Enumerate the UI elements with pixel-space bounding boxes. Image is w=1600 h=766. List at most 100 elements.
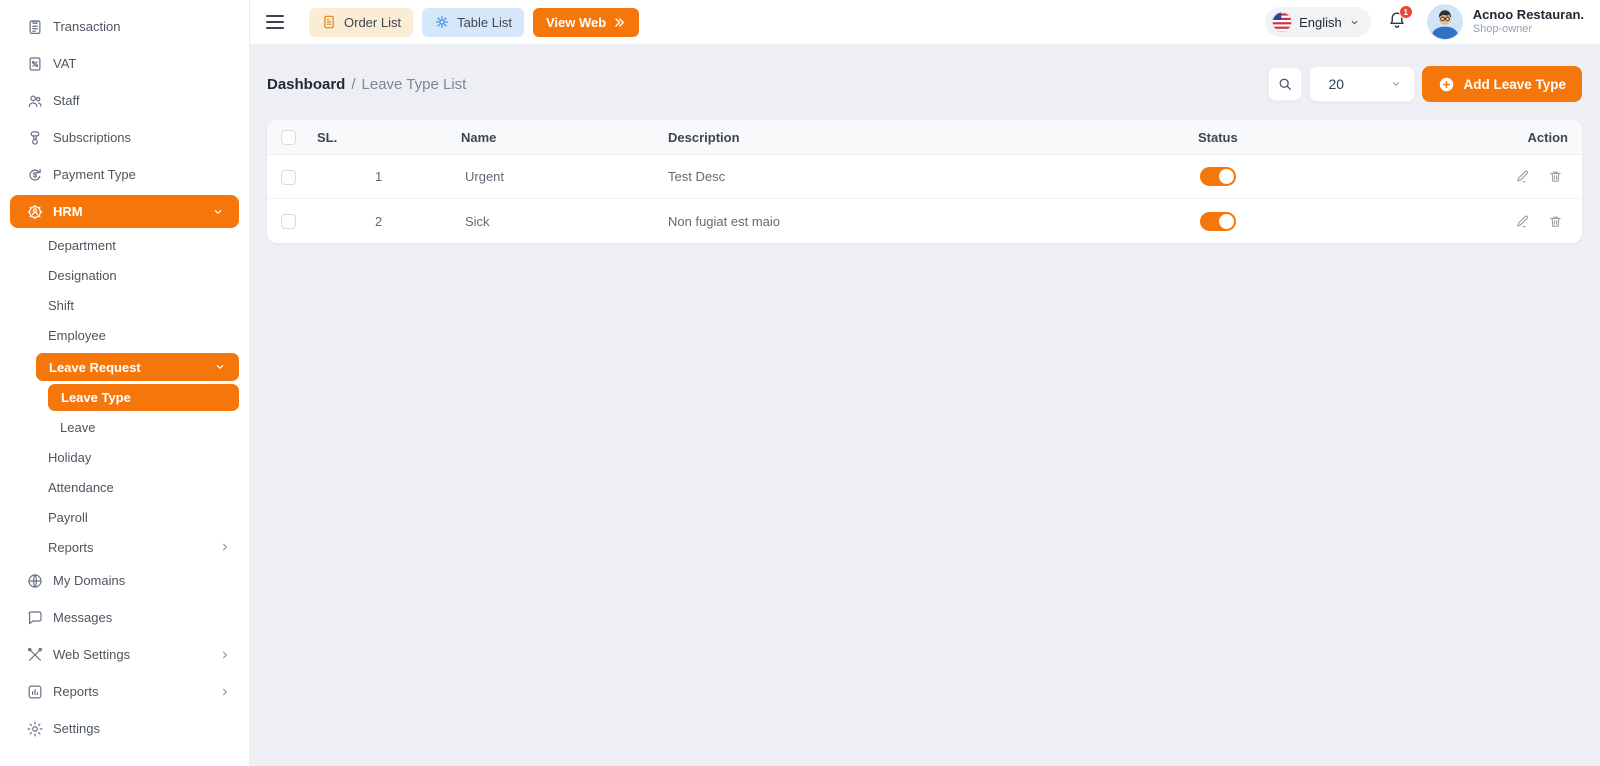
avatar	[1427, 4, 1463, 40]
sidebar-item-label: Shift	[48, 298, 231, 313]
page-controls: 20 Add Leave Type	[1268, 66, 1582, 102]
sidebar-item-leave-request[interactable]: Leave Request	[36, 353, 239, 381]
sidebar-item-holiday[interactable]: Holiday	[0, 442, 249, 472]
sidebar-nav: Transaction VAT Staff Subscriptions Payment …	[0, 8, 249, 747]
toggle-knob	[1219, 169, 1234, 184]
name-cell: Sick	[457, 214, 664, 229]
sidebar-item-leave-type[interactable]: Leave Type	[48, 384, 239, 411]
sidebar-item-label: Reports	[53, 684, 210, 699]
row-checkbox[interactable]	[281, 170, 296, 185]
breadcrumb-root[interactable]: Dashboard	[267, 76, 345, 93]
sidebar-item-leave[interactable]: Leave	[0, 412, 249, 442]
edit-pencil-icon	[1515, 169, 1530, 184]
vat-icon	[26, 55, 44, 73]
sidebar-item-label: Leave Type	[61, 390, 226, 405]
description-cell: Test Desc	[664, 169, 1194, 184]
description-cell: Non fugiat est maio	[664, 214, 1194, 229]
chevron-right-icon	[219, 649, 231, 661]
order-list-label: Order List	[344, 15, 401, 30]
row-checkbox[interactable]	[281, 214, 296, 229]
table-row: 1UrgentTest Desc	[267, 155, 1582, 199]
caret-down-icon	[1390, 78, 1402, 90]
edit-button[interactable]	[1515, 214, 1530, 229]
us-flag-icon	[1272, 12, 1292, 32]
user-menu[interactable]: Acnoo Restauran. Shop-owner	[1427, 4, 1584, 40]
add-leave-type-button[interactable]: Add Leave Type	[1422, 66, 1582, 102]
sidebar-item-label: Web Settings	[53, 647, 210, 662]
chevron-right-icon	[219, 541, 231, 553]
sidebar-item-reports[interactable]: Reports	[0, 673, 249, 710]
view-web-button[interactable]: View Web	[533, 8, 639, 37]
menu-toggle-button[interactable]	[264, 11, 286, 33]
chevron-down-icon	[212, 206, 224, 218]
sidebar-item-label: VAT	[53, 56, 231, 71]
sidebar-item-messages[interactable]: Messages	[0, 599, 249, 636]
sidebar-item-label: Attendance	[48, 480, 231, 495]
order-list-button[interactable]: Order List	[309, 8, 413, 37]
table-list-label: Table List	[457, 15, 512, 30]
notification-badge: 1	[1399, 5, 1413, 19]
sidebar-item-shift[interactable]: Shift	[0, 290, 249, 320]
column-header-description: Description	[664, 130, 1194, 145]
sidebar-item-label: Leave	[60, 420, 231, 435]
invoice-icon	[321, 14, 337, 30]
staff-icon	[26, 92, 44, 110]
hrm-icon	[26, 203, 44, 221]
edit-button[interactable]	[1515, 169, 1530, 184]
delete-button[interactable]	[1548, 214, 1563, 229]
reports-icon	[26, 683, 44, 701]
select-all-checkbox[interactable]	[281, 130, 296, 145]
sidebar-item-employee[interactable]: Employee	[0, 320, 249, 350]
column-header-action: Action	[1507, 130, 1582, 145]
sidebar-item-web-settings[interactable]: Web Settings	[0, 636, 249, 673]
globe-icon	[26, 572, 44, 590]
status-toggle[interactable]	[1200, 212, 1236, 231]
page-size-select[interactable]: 20	[1309, 66, 1415, 102]
messages-icon	[26, 609, 44, 627]
sidebar-item-transaction[interactable]: Transaction	[0, 8, 249, 45]
toggle-knob	[1219, 214, 1234, 229]
edit-pencil-icon	[1515, 214, 1530, 229]
caret-down-icon	[1349, 17, 1360, 28]
web-settings-icon	[26, 646, 44, 664]
sidebar-item-subscriptions[interactable]: Subscriptions	[0, 119, 249, 156]
sidebar-item-label: Messages	[53, 610, 231, 625]
sidebar-item-designation[interactable]: Designation	[0, 260, 249, 290]
sidebar-item-label: Subscriptions	[53, 130, 231, 145]
cog-icon	[434, 14, 450, 30]
column-header-sl: SL.	[313, 130, 457, 145]
sidebar-item-label: Department	[48, 238, 231, 253]
sidebar-item-payroll[interactable]: Payroll	[0, 502, 249, 532]
sidebar-item-label: Holiday	[48, 450, 231, 465]
double-chevron-right-icon	[613, 16, 626, 29]
column-header-status: Status	[1194, 130, 1507, 145]
sidebar-item-payment-type[interactable]: Payment Type	[0, 156, 249, 193]
sidebar-item-settings[interactable]: Settings	[0, 710, 249, 747]
user-info: Acnoo Restauran. Shop-owner	[1473, 7, 1584, 37]
notifications-button[interactable]: 1	[1387, 10, 1407, 35]
sidebar-item-hrm[interactable]: HRM	[10, 195, 239, 228]
status-toggle[interactable]	[1200, 167, 1236, 186]
sidebar-item-label: HRM	[53, 204, 203, 219]
language-selector[interactable]: English	[1265, 7, 1371, 37]
page-size-value: 20	[1328, 76, 1344, 92]
sidebar-item-department[interactable]: Department	[0, 230, 249, 260]
table-header-row: SL. Name Description Status Action	[267, 120, 1582, 155]
breadcrumb-separator: /	[351, 76, 355, 93]
sidebar-item-attendance[interactable]: Attendance	[0, 472, 249, 502]
sidebar-item-staff[interactable]: Staff	[0, 82, 249, 119]
page-header: Dashboard / Leave Type List 20 Add Leave…	[267, 62, 1582, 106]
topbar: Order List Table List View Web English 1	[250, 0, 1600, 44]
sidebar-item-label: Designation	[48, 268, 231, 283]
search-button[interactable]	[1268, 67, 1302, 101]
sidebar-item-label: Transaction	[53, 19, 231, 34]
sidebar-item-label: Employee	[48, 328, 231, 343]
sidebar-item-hrm-reports[interactable]: Reports	[0, 532, 249, 562]
table-body: 1UrgentTest Desc2SickNon fugiat est maio	[267, 155, 1582, 243]
sidebar-item-vat[interactable]: VAT	[0, 45, 249, 82]
breadcrumb: Dashboard / Leave Type List	[267, 76, 466, 93]
language-label: English	[1299, 15, 1342, 30]
delete-button[interactable]	[1548, 169, 1563, 184]
sidebar-item-my-domains[interactable]: My Domains	[0, 562, 249, 599]
table-list-button[interactable]: Table List	[422, 8, 524, 37]
